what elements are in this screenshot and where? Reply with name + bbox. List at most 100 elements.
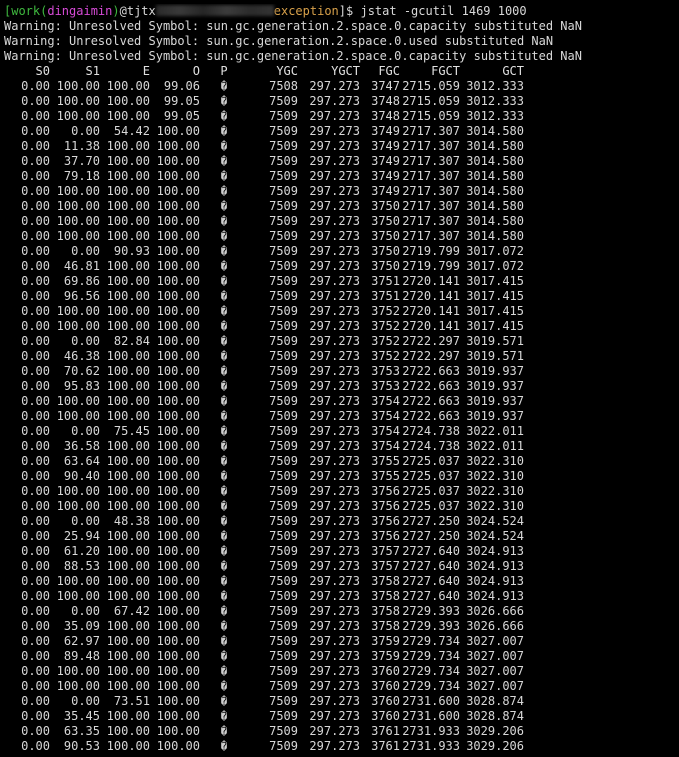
- unknown-glyph-icon: �: [220, 320, 228, 333]
- cell-ygc: 7509: [269, 409, 298, 423]
- cell-e: 100.00: [106, 529, 150, 543]
- cell-ygc: 7509: [269, 139, 298, 153]
- gcutil-row: 0.00 63.35 100.00 100.00 � 7509 297.273 3761 273…: [6, 724, 524, 739]
- cell-fgct: 2729.734: [402, 664, 460, 678]
- cell-e: 100.00: [106, 679, 150, 693]
- cell-fgc: 3750: [371, 214, 400, 228]
- cell-ygct: 297.273: [309, 454, 360, 468]
- gcutil-row: 0.00 0.00 73.51 100.00 � 7509 297.273 3760 2731.…: [6, 694, 524, 709]
- cell-s0: 0.00: [21, 484, 50, 498]
- gcutil-row: 0.00 63.64 100.00 100.00 � 7509 297.273 3755 272…: [6, 454, 524, 469]
- cell-e: 100.00: [106, 724, 150, 738]
- cell-ygc: 7509: [269, 379, 298, 393]
- unknown-glyph-icon: �: [220, 260, 228, 273]
- cell-fgct: 2722.297: [402, 349, 460, 363]
- cell-ygct: 297.273: [309, 649, 360, 663]
- cell-ygct: 297.273: [309, 304, 360, 318]
- cell-fgct: 2715.059: [402, 109, 460, 123]
- gcutil-row: 0.00 61.20 100.00 100.00 � 7509 297.273 3757 272…: [6, 544, 524, 559]
- cell-s1: 35.09: [63, 619, 100, 633]
- cell-o: 100.00: [156, 274, 200, 288]
- cell-p: �: [200, 664, 248, 679]
- cell-fgc: 3757: [371, 559, 400, 573]
- cell-o: 100.00: [156, 739, 200, 753]
- unknown-glyph-icon: �: [220, 290, 228, 303]
- unknown-glyph-icon: �: [220, 560, 228, 573]
- cell-fgc: 3750: [371, 244, 400, 258]
- cell-gct: 3012.333: [466, 109, 524, 123]
- cell-s0: 0.00: [21, 514, 50, 528]
- cell-s1: 100.00: [56, 589, 100, 603]
- cell-gct: 3029.206: [466, 724, 524, 738]
- cell-s0: 0.00: [21, 199, 50, 213]
- cell-gct: 3029.206: [466, 739, 524, 753]
- cell-o: 100.00: [156, 499, 200, 513]
- cell-p: �: [200, 424, 248, 439]
- cell-fgct: 2725.037: [402, 469, 460, 483]
- cell-gct: 3028.874: [466, 709, 524, 723]
- cell-o: 100.00: [156, 304, 200, 318]
- gcutil-row: 0.00 46.81 100.00 100.00 � 7509 297.273 3750 271…: [6, 259, 524, 274]
- cell-gct: 3017.072: [466, 259, 524, 273]
- cell-p: �: [200, 244, 248, 259]
- cell-e: 100.00: [106, 499, 150, 513]
- cell-s0: 0.00: [21, 439, 50, 453]
- cell-e: 100.00: [106, 169, 150, 183]
- cell-p: �: [200, 499, 248, 514]
- cell-gct: 3022.310: [466, 454, 524, 468]
- cell-fgc: 3760: [371, 664, 400, 678]
- cell-gct: 3022.011: [466, 439, 524, 453]
- unknown-glyph-icon: �: [220, 140, 228, 153]
- cell-gct: 3027.007: [466, 679, 524, 693]
- cell-gct: 3014.580: [466, 184, 524, 198]
- gcutil-row: 0.00 100.00 100.00 100.00 � 7509 297.273 3754 27…: [6, 394, 524, 409]
- cell-p: �: [200, 439, 248, 454]
- gcutil-row: 0.00 90.40 100.00 100.00 � 7509 297.273 3755 272…: [6, 469, 524, 484]
- cell-e: 100.00: [106, 409, 150, 423]
- cell-s1: 90.53: [63, 739, 100, 753]
- cell-fgc: 3757: [371, 544, 400, 558]
- cell-ygct: 297.273: [309, 679, 360, 693]
- cell-o: 100.00: [156, 244, 200, 258]
- cell-ygct: 297.273: [309, 469, 360, 483]
- cell-ygc: 7509: [269, 589, 298, 603]
- cell-fgct: 2722.663: [402, 394, 460, 408]
- cell-s0: 0.00: [21, 244, 50, 258]
- unknown-glyph-icon: �: [220, 695, 228, 708]
- gcutil-table: S0 S1 E O P YGC YGCT FGC FGCT GCT 0.00 10…: [6, 64, 524, 754]
- cell-gct: 3017.415: [466, 274, 524, 288]
- cell-e: 100.00: [106, 289, 150, 303]
- cell-p: �: [200, 709, 248, 724]
- cell-fgct: 2717.307: [402, 199, 460, 213]
- cell-e: 100.00: [106, 214, 150, 228]
- unknown-glyph-icon: �: [220, 275, 228, 288]
- cell-s1: 100.00: [56, 214, 100, 228]
- cell-s1: 70.62: [63, 364, 100, 378]
- cell-e: 100.00: [106, 664, 150, 678]
- cell-ygct: 297.273: [309, 364, 360, 378]
- cell-s0: 0.00: [21, 304, 50, 318]
- cell-e: 100.00: [106, 379, 150, 393]
- gcutil-row: 0.00 36.58 100.00 100.00 � 7509 297.273 3754 272…: [6, 439, 524, 454]
- cell-s0: 0.00: [21, 94, 50, 108]
- cell-p: �: [200, 124, 248, 139]
- cell-ygc: 7509: [269, 109, 298, 123]
- cell-fgc: 3753: [371, 379, 400, 393]
- cell-ygct: 297.273: [309, 739, 360, 753]
- gcutil-row: 0.00 69.86 100.00 100.00 � 7509 297.273 3751 272…: [6, 274, 524, 289]
- cell-e: 100.00: [106, 154, 150, 168]
- cell-s0: 0.00: [21, 634, 50, 648]
- gcutil-row: 0.00 96.56 100.00 100.00 � 7509 297.273 3751 272…: [6, 289, 524, 304]
- cell-gct: 3014.580: [466, 139, 524, 153]
- cell-fgct: 2722.663: [402, 379, 460, 393]
- cell-ygct: 297.273: [309, 619, 360, 633]
- prompt-user: dingaimin: [47, 4, 113, 18]
- unknown-glyph-icon: �: [220, 500, 228, 513]
- cell-s1: 100.00: [56, 94, 100, 108]
- cell-s1: 100.00: [56, 679, 100, 693]
- cell-s1: 36.58: [63, 439, 100, 453]
- cell-s0: 0.00: [21, 394, 50, 408]
- terminal-window[interactable]: [work(dingaimin)@tjtx exception]$ jstat -…: [0, 0, 679, 757]
- cell-fgct: 2717.307: [402, 184, 460, 198]
- cell-fgct: 2727.640: [402, 559, 460, 573]
